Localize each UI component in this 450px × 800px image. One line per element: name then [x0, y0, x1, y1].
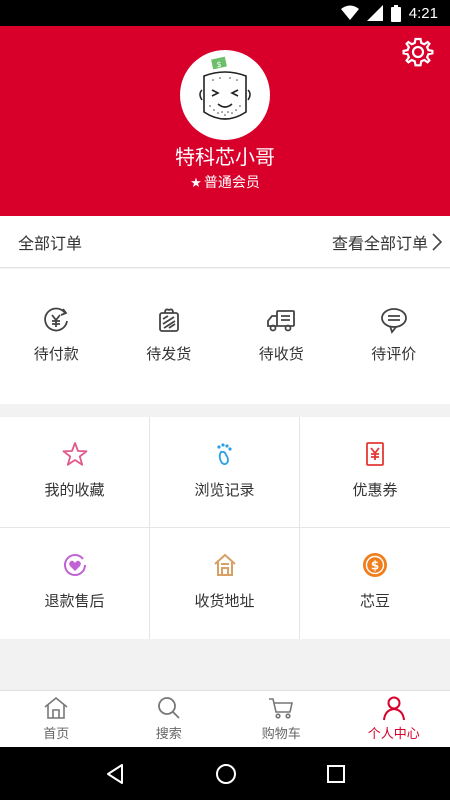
favorites-cell[interactable]: 我的收藏 — [0, 417, 150, 528]
truck-icon — [267, 310, 296, 332]
order-status-to-ship[interactable]: 待发货 — [113, 269, 226, 404]
view-all-orders-link[interactable]: 查看全部订单 — [332, 230, 442, 254]
order-status-label: 待发货 — [146, 345, 192, 363]
tab-cart[interactable]: 购物车 — [225, 691, 338, 747]
status-bar: 4:21 — [0, 0, 450, 26]
coupon-icon — [366, 442, 384, 466]
back-icon[interactable] — [104, 763, 126, 785]
package-icon — [158, 308, 179, 332]
gear-icon[interactable] — [402, 36, 434, 68]
order-status-to-receive[interactable]: 待收货 — [225, 269, 338, 404]
signal-icon — [366, 5, 383, 21]
system-nav-bar — [0, 747, 450, 800]
home-tab-icon — [44, 696, 68, 719]
heart-circle-icon — [63, 554, 86, 576]
all-orders-row[interactable]: 全部订单 查看全部订单 — [0, 216, 450, 268]
address-cell[interactable]: 收货地址 — [150, 528, 300, 639]
recents-icon[interactable] — [326, 764, 346, 784]
member-level-label: 普通会员 — [203, 175, 260, 191]
order-status-label: 待付款 — [33, 345, 79, 363]
coin-icon: $ — [363, 553, 387, 577]
chevron-right-icon — [432, 232, 442, 251]
comment-icon — [380, 308, 407, 334]
view-all-orders-label: 查看全部订单 — [331, 233, 428, 253]
person-icon — [382, 696, 405, 721]
history-cell[interactable]: 浏览记录 — [150, 417, 300, 528]
yen-refresh-icon — [44, 307, 69, 332]
footprint-icon — [216, 443, 232, 466]
wifi-icon — [340, 5, 359, 20]
order-status-pending-payment[interactable]: 待付款 — [0, 269, 113, 404]
tab-home[interactable]: 首页 — [0, 691, 113, 747]
history-label: 浏览记录 — [194, 481, 255, 499]
avatar-badge: $ — [216, 60, 221, 69]
svg-text:$: $ — [371, 559, 379, 573]
tab-label: 个人中心 — [367, 727, 420, 742]
username: 特科芯小哥 — [175, 145, 275, 169]
cart-icon — [269, 698, 294, 719]
refund-label: 退款售后 — [44, 592, 105, 610]
home-button-icon[interactable] — [215, 763, 237, 785]
favorites-label: 我的收藏 — [44, 481, 105, 499]
home-icon — [213, 553, 236, 576]
beans-label: 芯豆 — [359, 592, 390, 610]
tab-label: 搜索 — [155, 727, 182, 742]
tab-search[interactable]: 搜索 — [113, 691, 226, 747]
profile-header: $ 特科芯小哥 ★ 普通会员 — [0, 26, 450, 216]
order-status-row: 待付款 待发货 待收货 待评价 — [0, 269, 450, 404]
all-orders-title: 全部订单 — [18, 233, 83, 253]
member-level: ★ 普通会员 — [0, 172, 450, 192]
order-status-label: 待收货 — [258, 345, 304, 363]
member-star-icon: ★ — [190, 176, 202, 191]
refund-cell[interactable]: 退款售后 — [0, 528, 150, 639]
tab-label: 购物车 — [261, 727, 301, 742]
avatar[interactable]: $ — [180, 50, 270, 140]
services-grid: 我的收藏 浏览记录 优惠券 退款售后 收货地址 $ 芯豆 — [0, 417, 450, 639]
beans-cell[interactable]: $ 芯豆 — [300, 528, 450, 639]
search-icon — [157, 697, 180, 719]
tab-profile[interactable]: 个人中心 — [338, 691, 450, 747]
star-icon — [62, 442, 87, 466]
avatar-face-icon: $ — [199, 56, 251, 120]
status-time: 4:21 — [408, 4, 438, 22]
address-label: 收货地址 — [194, 592, 255, 610]
coupons-label: 优惠券 — [352, 481, 398, 499]
battery-icon — [390, 4, 401, 22]
coupons-cell[interactable]: 优惠券 — [300, 417, 450, 528]
tab-label: 首页 — [43, 727, 70, 742]
bottom-tab-bar: 首页 搜索 购物车 个人中心 — [0, 690, 450, 747]
order-status-label: 待评价 — [371, 345, 417, 363]
order-status-to-review[interactable]: 待评价 — [338, 269, 450, 404]
